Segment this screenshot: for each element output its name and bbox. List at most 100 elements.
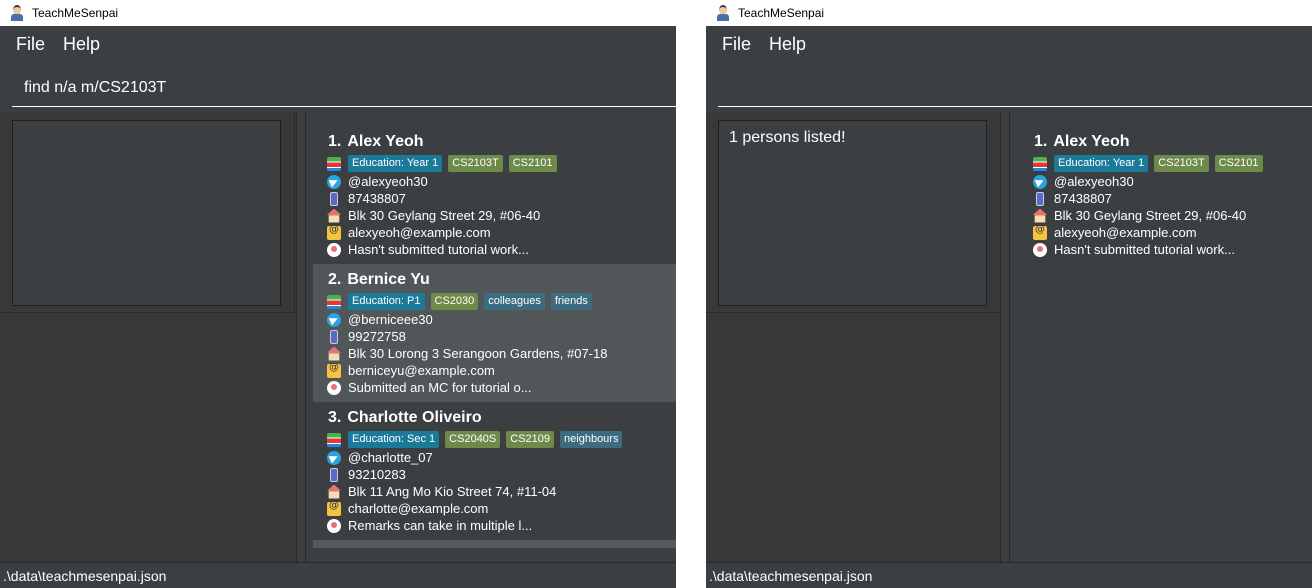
- menu-file[interactable]: File: [8, 34, 53, 55]
- person-email-row: berniceyu@example.com: [327, 362, 495, 379]
- left-column: [0, 112, 296, 562]
- person-address-row: Blk 30 Lorong 3 Serangoon Gardens, #07-1…: [327, 345, 607, 362]
- house-icon: [327, 208, 341, 223]
- person-card[interactable]: 2. Bernice Yu Education: P1 CS2030 colleague…: [313, 264, 676, 402]
- person-address: Blk 11 Ang Mo Kio Street 74, #11-04: [348, 484, 557, 499]
- window-title: TeachMeSenpai: [32, 6, 119, 20]
- person-telegram: @alexyeoh30: [1054, 174, 1134, 189]
- split-divider[interactable]: [296, 112, 306, 562]
- house-icon: [1033, 208, 1047, 223]
- person-address-row: Blk 30 Geylang Street 29, #06-40: [327, 207, 540, 224]
- command-box: [706, 62, 1312, 108]
- person-card[interactable]: 1. Alex Yeoh Education: Year 1 CS2103T CS210…: [1019, 126, 1312, 264]
- person-name-text: Charlotte Oliveiro: [347, 409, 482, 426]
- person-name: 1. Alex Yeoh: [328, 133, 424, 151]
- person-remark: Hasn't submitted tutorial work...: [1054, 242, 1235, 257]
- person-phone-row: 99272758: [327, 328, 406, 345]
- phone-icon: [1036, 191, 1044, 206]
- books-icon: [327, 156, 341, 171]
- house-icon: [327, 346, 341, 361]
- module-tag: CS2103T: [448, 155, 503, 172]
- status-bar: .\data\teachmesenpai.json: [706, 562, 1312, 588]
- education-tag: Education: Sec 1: [348, 431, 440, 448]
- books-icon: [1033, 156, 1047, 171]
- person-remark-row: Remarks can take in multiple l...: [327, 517, 532, 534]
- command-box: [0, 62, 676, 108]
- result-display: 1 persons listed!: [718, 120, 987, 306]
- person-name-text: Alex Yeoh: [1053, 133, 1130, 150]
- person-index: 2.: [328, 271, 342, 288]
- person-index: 3.: [328, 409, 342, 426]
- save-location: .\data\teachmesenpai.json: [709, 567, 873, 584]
- person-phone-row: 93210283: [327, 466, 406, 483]
- command-input[interactable]: [718, 70, 1312, 107]
- telegram-icon: [327, 174, 341, 189]
- person-remark-row: Hasn't submitted tutorial work...: [327, 241, 529, 258]
- person-name: 3. Charlotte Oliveiro: [328, 409, 482, 427]
- books-icon: [327, 294, 341, 309]
- person-address-row: Blk 30 Geylang Street 29, #06-40: [1033, 207, 1246, 224]
- person-telegram: @alexyeoh30: [348, 174, 428, 189]
- group-tag: neighbours: [560, 431, 623, 448]
- title-bar: TeachMeSenpai: [0, 0, 676, 26]
- module-tag: CS2101: [1214, 155, 1263, 172]
- person-email-row: charlotte@example.com: [327, 500, 488, 517]
- person-telegram: @berniceee30: [348, 312, 433, 327]
- person-phone-row: 87438807: [327, 190, 406, 207]
- split-divider[interactable]: [1000, 112, 1010, 562]
- remark-icon: [327, 242, 341, 257]
- person-email-row: alexyeoh@example.com: [1033, 224, 1197, 241]
- email-icon: [1033, 224, 1047, 240]
- person-phone-row: 87438807: [1033, 190, 1112, 207]
- telegram-icon: [327, 312, 341, 327]
- person-email: berniceyu@example.com: [348, 363, 495, 378]
- person-index: 1.: [328, 133, 342, 150]
- person-address-row: Blk 11 Ang Mo Kio Street 74, #11-04: [327, 483, 556, 500]
- person-address: Blk 30 Lorong 3 Serangoon Gardens, #07-1…: [348, 346, 608, 361]
- email-icon: [327, 500, 341, 516]
- person-phone: 87438807: [348, 191, 406, 206]
- command-input[interactable]: [12, 70, 676, 107]
- person-telegram-row: @alexyeoh30: [327, 173, 428, 190]
- house-icon: [327, 484, 341, 499]
- person-remark: Hasn't submitted tutorial work...: [348, 242, 529, 257]
- person-telegram-row: @charlotte_07: [327, 449, 433, 466]
- tag-row: Education: Sec 1 CS2040S CS2109 neighbours: [327, 431, 628, 448]
- person-remark: Remarks can take in multiple l...: [348, 518, 533, 533]
- app-icon: [10, 5, 24, 21]
- phone-icon: [330, 329, 338, 344]
- person-card[interactable]: 1. Alex Yeoh Education: Year 1 CS2103T CS210…: [313, 126, 676, 264]
- result-panel: 1 persons listed!: [706, 112, 1001, 313]
- app-window-right: TeachMeSenpai File Help 1 persons listed…: [706, 0, 1312, 588]
- menu-bar: File Help: [0, 26, 676, 62]
- remark-icon: [327, 518, 341, 533]
- person-phone: 93210283: [348, 467, 406, 482]
- person-index: 1.: [1034, 133, 1048, 150]
- person-card[interactable]: 3. Charlotte Oliveiro Education: Sec 1 CS20…: [313, 402, 676, 540]
- tag-row: Education: P1 CS2030 colleagues friends: [327, 293, 598, 310]
- person-phone: 87438807: [1054, 191, 1112, 206]
- module-tag: CS2040S: [445, 431, 501, 448]
- module-tag: CS2109: [506, 431, 555, 448]
- person-remark-row: Submitted an MC for tutorial o...: [327, 379, 532, 396]
- menu-help[interactable]: Help: [55, 34, 108, 55]
- group-tag: friends: [550, 293, 592, 310]
- telegram-icon: [1033, 174, 1047, 189]
- email-icon: [327, 362, 341, 378]
- person-email: charlotte@example.com: [348, 501, 489, 516]
- menu-file[interactable]: File: [714, 34, 759, 55]
- education-tag: Education: Year 1: [348, 155, 443, 172]
- person-name-text: Bernice Yu: [347, 271, 430, 288]
- module-tag: CS2103T: [1154, 155, 1209, 172]
- module-tag: CS2101: [508, 155, 557, 172]
- person-list[interactable]: 1. Alex Yeoh Education: Year 1 CS2103T CS210…: [313, 112, 676, 562]
- person-list[interactable]: 1. Alex Yeoh Education: Year 1 CS2103T CS210…: [1019, 112, 1312, 562]
- list-scroll-end: [313, 540, 676, 548]
- person-remark-row: Hasn't submitted tutorial work...: [1033, 241, 1235, 258]
- person-email: alexyeoh@example.com: [348, 225, 491, 240]
- menu-help[interactable]: Help: [761, 34, 814, 55]
- app-window-left: TeachMeSenpai File Help 1. Alex Yeoh Educa…: [0, 0, 676, 588]
- phone-icon: [330, 467, 338, 482]
- person-telegram-row: @berniceee30: [327, 311, 433, 328]
- person-telegram-row: @alexyeoh30: [1033, 173, 1134, 190]
